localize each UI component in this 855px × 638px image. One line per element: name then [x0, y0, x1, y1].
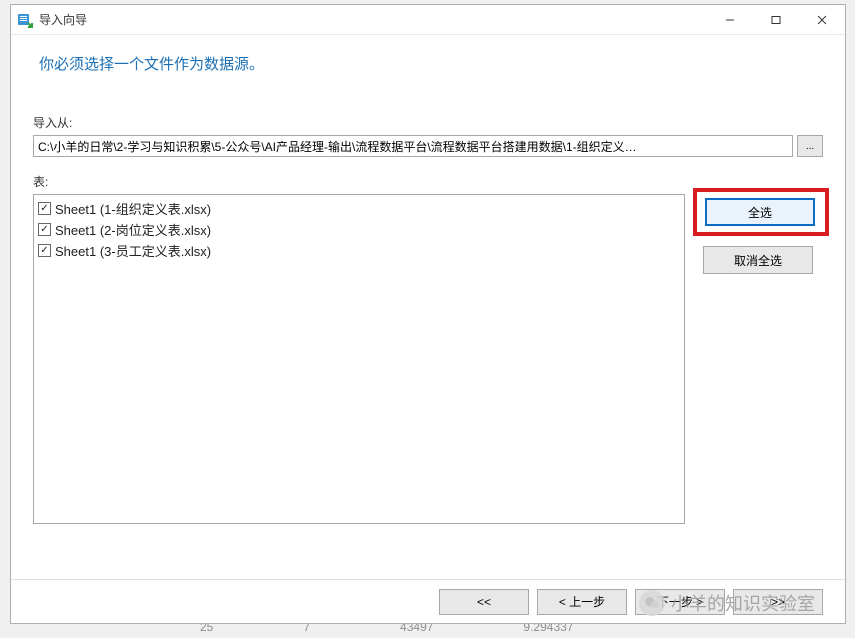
- list-item-label: Sheet1 (2-岗位定义表.xlsx): [55, 220, 211, 239]
- list-item[interactable]: ✓ Sheet1 (1-组织定义表.xlsx): [38, 198, 680, 219]
- list-item-label: Sheet1 (1-组织定义表.xlsx): [55, 199, 211, 218]
- checkbox-icon[interactable]: ✓: [38, 202, 51, 215]
- prev-button[interactable]: < 上一步: [537, 589, 627, 615]
- maximize-button[interactable]: [753, 5, 799, 34]
- content-area: 你必须选择一个文件作为数据源。 导入从: ... 表: ✓ Sheet1 (1-…: [11, 35, 845, 579]
- list-item-label: Sheet1 (3-员工定义表.xlsx): [55, 241, 211, 260]
- side-buttons: 全选 取消全选: [703, 194, 823, 569]
- import-from-row: ...: [33, 135, 823, 157]
- import-wizard-window: 导入向导 你必须选择一个文件作为数据源。 导入从: ... 表: ✓ S: [10, 4, 846, 624]
- titlebar: 导入向导: [11, 5, 845, 35]
- select-all-button[interactable]: 全选: [705, 198, 815, 226]
- browse-button[interactable]: ...: [797, 135, 823, 157]
- highlight-annotation: 全选: [693, 188, 829, 236]
- list-item[interactable]: ✓ Sheet1 (2-岗位定义表.xlsx): [38, 219, 680, 240]
- last-button[interactable]: >>: [733, 589, 823, 615]
- close-button[interactable]: [799, 5, 845, 34]
- checkbox-icon[interactable]: ✓: [38, 244, 51, 257]
- import-from-label: 导入从:: [33, 114, 823, 131]
- window-controls: [707, 5, 845, 34]
- list-item[interactable]: ✓ Sheet1 (3-员工定义表.xlsx): [38, 240, 680, 261]
- app-icon: [17, 12, 33, 28]
- headline-text: 你必须选择一个文件作为数据源。: [39, 53, 823, 74]
- first-button[interactable]: <<: [439, 589, 529, 615]
- deselect-all-button[interactable]: 取消全选: [703, 246, 813, 274]
- next-button[interactable]: 下一步 >: [635, 589, 725, 615]
- window-title: 导入向导: [39, 11, 707, 28]
- wizard-footer: << < 上一步 下一步 > >>: [11, 579, 845, 623]
- import-path-input[interactable]: [33, 135, 793, 157]
- tables-row: ✓ Sheet1 (1-组织定义表.xlsx) ✓ Sheet1 (2-岗位定义…: [33, 194, 823, 569]
- minimize-button[interactable]: [707, 5, 753, 34]
- tables-listbox[interactable]: ✓ Sheet1 (1-组织定义表.xlsx) ✓ Sheet1 (2-岗位定义…: [33, 194, 685, 524]
- checkbox-icon[interactable]: ✓: [38, 223, 51, 236]
